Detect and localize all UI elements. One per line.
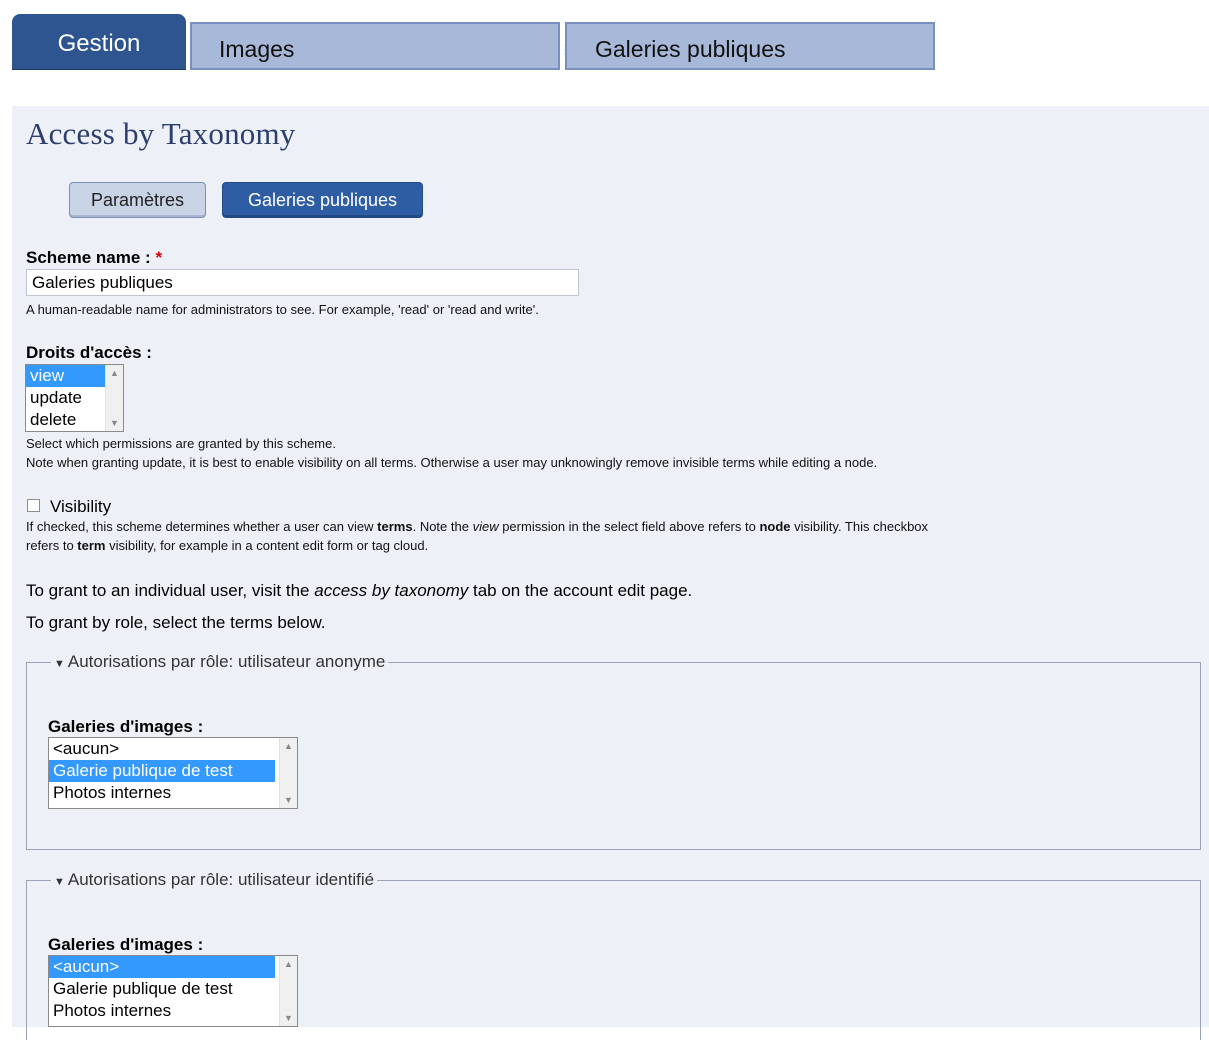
grant-user-text: To grant to an individual user, visit th… — [26, 581, 693, 600]
scroll-down-icon[interactable]: ▼ — [110, 418, 119, 428]
tab-gestion[interactable]: Gestion — [12, 14, 186, 70]
gallery-option-internal-photos[interactable]: Photos internes — [49, 782, 297, 804]
collapse-caret-icon[interactable]: ▼ — [54, 876, 65, 888]
primary-tabs: Gestion Images ⁝ Galeries publiques — [0, 0, 1209, 80]
access-option-view[interactable]: view — [26, 365, 106, 387]
gallery-option-internal-photos[interactable]: Photos internes — [49, 1000, 297, 1022]
collapse-caret-icon[interactable]: ▼ — [54, 658, 65, 670]
role-legend-authenticated[interactable]: ▼ Autorisations par rôle: utilisateur ide… — [51, 870, 378, 890]
galleries-select-anonymous[interactable]: <aucun> Galerie publique de test Photos … — [48, 737, 298, 809]
gallery-option-public-test[interactable]: Galerie publique de test — [49, 760, 275, 782]
tab-galeries-publiques[interactable]: Galeries publiques — [565, 22, 935, 70]
gallery-option-none[interactable]: <aucun> — [49, 956, 275, 978]
content-panel: Access by Taxonomy Paramètres Galeries p… — [12, 106, 1209, 1040]
scroll-up-icon[interactable]: ▲ — [110, 368, 119, 378]
access-by-taxonomy-emphasis: access by taxonomy — [314, 581, 469, 600]
grant-role-text: To grant by role, select the terms below… — [26, 613, 326, 632]
access-rights-select[interactable]: view update delete ▲ ▼ — [25, 364, 124, 432]
visibility-label: Visibility — [50, 497, 112, 516]
access-rights-scrollbar[interactable]: ▲ ▼ — [105, 365, 123, 431]
galleries-scrollbar-anonymous[interactable]: ▲ ▼ — [279, 738, 297, 808]
scheme-name-description: A human-readable name for administrators… — [26, 302, 539, 317]
galleries-tab-button[interactable]: Galeries publiques — [222, 182, 423, 218]
visibility-help-line-2: refers to term visibility, for example i… — [26, 538, 429, 553]
visibility-checkbox[interactable] — [27, 499, 40, 512]
access-rights-description-1: Select which permissions are granted by … — [26, 436, 336, 451]
role-fieldset-authenticated: ▼ Autorisations par rôle: utilisateur ide… — [26, 870, 1201, 1040]
required-marker: * — [155, 248, 163, 267]
role-fieldset-anonymous: ▼ Autorisations par rôle: utilisateur ano… — [26, 652, 1201, 850]
page-title: Access by Taxonomy — [26, 116, 296, 151]
galleries-scrollbar-authenticated[interactable]: ▲ ▼ — [279, 956, 297, 1026]
galleries-select-authenticated[interactable]: <aucun> Galerie publique de test Photos … — [48, 955, 298, 1027]
scroll-up-icon[interactable]: ▲ — [284, 741, 293, 751]
scroll-down-icon[interactable]: ▼ — [284, 795, 293, 805]
scheme-name-label: Scheme name : * — [26, 248, 163, 267]
scheme-name-input[interactable] — [26, 269, 579, 296]
access-rights-label: Droits d'accès : — [26, 343, 152, 362]
visibility-help-line-1: If checked, this scheme determines wheth… — [26, 519, 929, 534]
tab-gestion-label: Gestion — [57, 30, 141, 57]
tab-images[interactable]: Images — [190, 22, 560, 70]
gallery-option-public-test[interactable]: Galerie publique de test — [49, 978, 297, 1000]
galleries-field-label: Galeries d'images : — [48, 717, 204, 736]
role-legend-anonymous[interactable]: ▼ Autorisations par rôle: utilisateur ano… — [51, 652, 389, 672]
tab-images-label: Images — [219, 36, 295, 62]
scroll-up-icon[interactable]: ▲ — [284, 959, 293, 969]
tab-galeries-label: Galeries publiques — [595, 36, 786, 62]
access-rights-description-2: Note when granting update, it is best to… — [26, 455, 878, 470]
galleries-field-label: Galeries d'images : — [48, 935, 204, 954]
scroll-down-icon[interactable]: ▼ — [284, 1013, 293, 1023]
gallery-option-none[interactable]: <aucun> — [49, 738, 297, 760]
params-tab-button[interactable]: Paramètres — [69, 182, 206, 218]
